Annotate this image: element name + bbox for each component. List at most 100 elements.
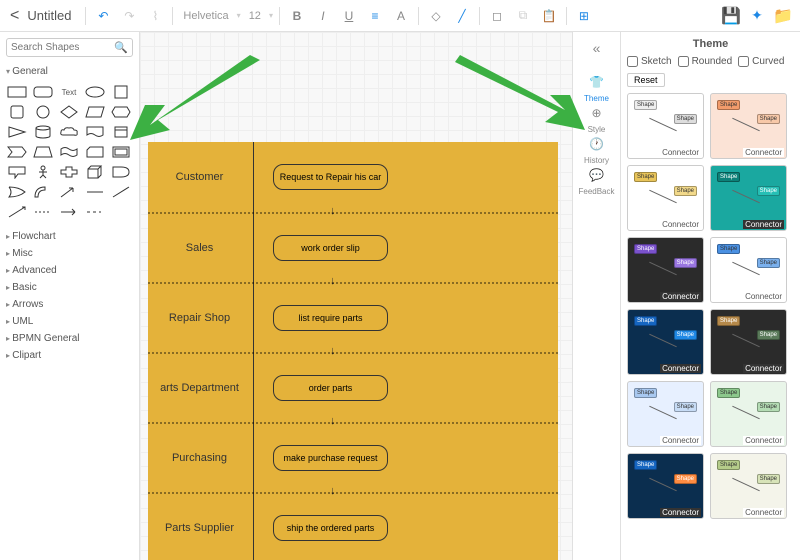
theme-preset[interactable]: ShapeShapeConnector	[710, 237, 787, 303]
category-flowchart[interactable]: Flowchart	[6, 228, 133, 245]
sidebar-item-history[interactable]: 🕐History	[578, 134, 614, 165]
shape-db[interactable]	[110, 124, 132, 140]
shape-arc[interactable]	[32, 184, 54, 200]
theme-preset[interactable]: ShapeShapeConnector	[627, 237, 704, 303]
shape-line3[interactable]	[6, 204, 28, 220]
theme-preset[interactable]: ShapeShapeConnector	[710, 165, 787, 231]
shape-tape[interactable]	[58, 144, 80, 160]
shape-line1[interactable]	[84, 184, 106, 200]
lane[interactable]: Purchasingmake purchase request↓	[148, 422, 558, 492]
shape-cross[interactable]	[58, 164, 80, 180]
undo-button[interactable]: ↶	[92, 5, 114, 27]
clipboard-icon[interactable]: 📋	[538, 5, 560, 27]
category-advanced[interactable]: Advanced	[6, 262, 133, 279]
font-size-select[interactable]: 12	[245, 10, 265, 22]
process-box[interactable]: work order slip	[273, 235, 388, 261]
sidebar-item-style[interactable]: ⊕Style	[578, 103, 614, 134]
shape-hex[interactable]	[110, 104, 132, 120]
process-box[interactable]: make purchase request	[273, 445, 388, 471]
shape-doc[interactable]	[84, 124, 106, 140]
process-box[interactable]: ship the ordered parts	[273, 515, 388, 541]
shape-actor[interactable]	[32, 164, 54, 180]
back-button[interactable]: <	[6, 7, 23, 25]
process-box[interactable]: order parts	[273, 375, 388, 401]
reset-button[interactable]: Reset	[627, 73, 665, 87]
doc-title[interactable]: Untitled	[27, 8, 71, 23]
shape-rsquare[interactable]	[6, 104, 28, 120]
shape-or[interactable]	[6, 184, 28, 200]
shape-cube[interactable]	[84, 164, 106, 180]
theme-preset[interactable]: ShapeShapeConnector	[710, 381, 787, 447]
lane[interactable]: Parts Suppliership the ordered parts	[148, 492, 558, 560]
lane[interactable]: Saleswork order slip↓	[148, 212, 558, 282]
shape-text[interactable]: Text	[58, 84, 80, 100]
swimlane-diagram[interactable]: CustomerRequest to Repair his car↓Salesw…	[148, 142, 558, 560]
sketch-checkbox[interactable]: Sketch	[627, 56, 672, 67]
category-uml[interactable]: UML	[6, 313, 133, 330]
lane[interactable]: CustomerRequest to Repair his car↓	[148, 142, 558, 212]
theme-preset[interactable]: ShapeShapeConnector	[627, 165, 704, 231]
search-shapes[interactable]: 🔍	[6, 38, 133, 57]
curved-checkbox[interactable]: Curved	[738, 56, 784, 67]
collapse-panel-button[interactable]: «	[593, 40, 601, 56]
process-box[interactable]: list require parts	[273, 305, 388, 331]
share-button[interactable]: ✦	[746, 5, 768, 27]
theme-preset[interactable]: ShapeShapeConnector	[627, 381, 704, 447]
shape-note[interactable]	[110, 144, 132, 160]
shape-callout[interactable]	[6, 164, 28, 180]
category-clipart[interactable]: Clipart	[6, 347, 133, 364]
theme-preset[interactable]: ShapeShapeConnector	[627, 309, 704, 375]
shape-card[interactable]	[84, 144, 106, 160]
copy-style-button[interactable]: ⧉	[512, 5, 534, 27]
arrange-button[interactable]: ◻	[486, 5, 508, 27]
theme-preset[interactable]: ShapeShapeConnector	[627, 453, 704, 519]
font-family-select[interactable]: Helvetica	[179, 10, 232, 22]
canvas[interactable]: CustomerRequest to Repair his car↓Salesw…	[140, 32, 572, 560]
lane[interactable]: arts Departmentorder parts↓	[148, 352, 558, 422]
folder-button[interactable]: 📁	[772, 5, 794, 27]
shape-trap[interactable]	[32, 144, 54, 160]
theme-preset[interactable]: ShapeShapeConnector	[710, 93, 787, 159]
redo-button[interactable]: ↷	[118, 5, 140, 27]
save-button[interactable]: 💾	[720, 5, 742, 27]
lane[interactable]: Repair Shoplist require parts↓	[148, 282, 558, 352]
italic-button[interactable]: I	[312, 5, 334, 27]
bold-button[interactable]: B	[286, 5, 308, 27]
category-general[interactable]: General	[6, 63, 133, 80]
line-style-button[interactable]: ╱	[451, 5, 473, 27]
shape-rect[interactable]	[6, 84, 28, 100]
shape-line4[interactable]	[32, 204, 54, 220]
shape-conn2[interactable]	[84, 204, 106, 220]
shape-line2[interactable]	[110, 184, 132, 200]
search-input[interactable]	[11, 42, 114, 53]
underline-button[interactable]: U	[338, 5, 360, 27]
shape-square[interactable]	[110, 84, 132, 100]
sidebar-item-theme[interactable]: 👕Theme	[578, 72, 614, 103]
theme-preset[interactable]: ShapeShapeConnector	[710, 453, 787, 519]
category-arrows[interactable]: Arrows	[6, 296, 133, 313]
grid-button[interactable]: ⊞	[573, 5, 595, 27]
shape-and[interactable]	[110, 164, 132, 180]
shape-conn1[interactable]	[58, 204, 80, 220]
process-box[interactable]: Request to Repair his car	[273, 164, 388, 190]
font-color-button[interactable]: A	[390, 5, 412, 27]
category-misc[interactable]: Misc	[6, 245, 133, 262]
shape-ellipse[interactable]	[84, 84, 106, 100]
shape-cyl[interactable]	[32, 124, 54, 140]
rounded-checkbox[interactable]: Rounded	[678, 56, 733, 67]
sidebar-item-feedback[interactable]: 💬FeedBack	[578, 165, 614, 196]
shape-circle[interactable]	[32, 104, 54, 120]
shape-arrow[interactable]	[58, 184, 80, 200]
shape-parallel[interactable]	[84, 104, 106, 120]
shape-cloud[interactable]	[58, 124, 80, 140]
shape-step[interactable]	[6, 144, 28, 160]
shape-round-rect[interactable]	[32, 84, 54, 100]
shape-diamond[interactable]	[58, 104, 80, 120]
fill-color-button[interactable]: ◇	[425, 5, 447, 27]
align-button[interactable]: ≡	[364, 5, 386, 27]
format-paint-icon[interactable]: ⌇	[144, 5, 166, 27]
category-bpmn[interactable]: BPMN General	[6, 330, 133, 347]
category-basic[interactable]: Basic	[6, 279, 133, 296]
shape-tri[interactable]	[6, 124, 28, 140]
theme-preset[interactable]: ShapeShapeConnector	[627, 93, 704, 159]
